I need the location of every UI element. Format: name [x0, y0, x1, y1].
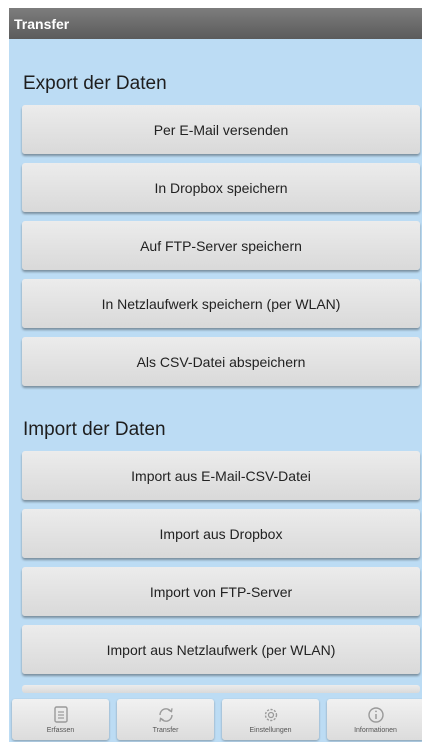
- title-bar: Transfer: [9, 8, 422, 39]
- ftp-export-button[interactable]: Auf FTP-Server speichern: [22, 221, 420, 270]
- gear-icon: [261, 706, 281, 724]
- dropbox-import-button[interactable]: Import aus Dropbox: [22, 509, 420, 558]
- tab-transfer-label: Transfer: [152, 726, 179, 734]
- dropbox-export-button[interactable]: In Dropbox speichern: [22, 163, 420, 212]
- bottom-tab-bar: Erfassen Transfer Einstellungen Informat…: [9, 695, 422, 742]
- document-icon: [51, 706, 71, 724]
- tab-informationen[interactable]: Informationen: [327, 699, 422, 740]
- transfer-screen: Transfer Export der Daten Per E-Mail ver…: [9, 8, 422, 742]
- info-icon: [366, 706, 386, 724]
- tab-erfassen[interactable]: Erfassen: [12, 699, 109, 740]
- tab-einstellungen[interactable]: Einstellungen: [222, 699, 319, 740]
- network-drive-export-button[interactable]: In Netzlaufwerk speichern (per WLAN): [22, 279, 420, 328]
- partially-visible-button[interactable]: [22, 685, 420, 693]
- import-section-heading: Import der Daten: [23, 419, 166, 440]
- sync-icon: [156, 706, 176, 724]
- csv-export-button[interactable]: Als CSV-Datei abspeichern: [22, 337, 420, 386]
- tab-transfer[interactable]: Transfer: [117, 699, 214, 740]
- tab-erfassen-label: Erfassen: [46, 726, 75, 734]
- ftp-import-button[interactable]: Import von FTP-Server: [22, 567, 420, 616]
- tab-informationen-label: Informationen: [354, 726, 397, 734]
- network-drive-import-button[interactable]: Import aus Netzlaufwerk (per WLAN): [22, 625, 420, 674]
- window-title: Transfer: [14, 16, 70, 32]
- email-csv-import-button[interactable]: Import aus E-Mail-CSV-Datei: [22, 451, 420, 500]
- email-export-button[interactable]: Per E-Mail versenden: [22, 105, 420, 154]
- export-section-heading: Export der Daten: [23, 73, 167, 94]
- tab-einstellungen-label: Einstellungen: [249, 726, 292, 734]
